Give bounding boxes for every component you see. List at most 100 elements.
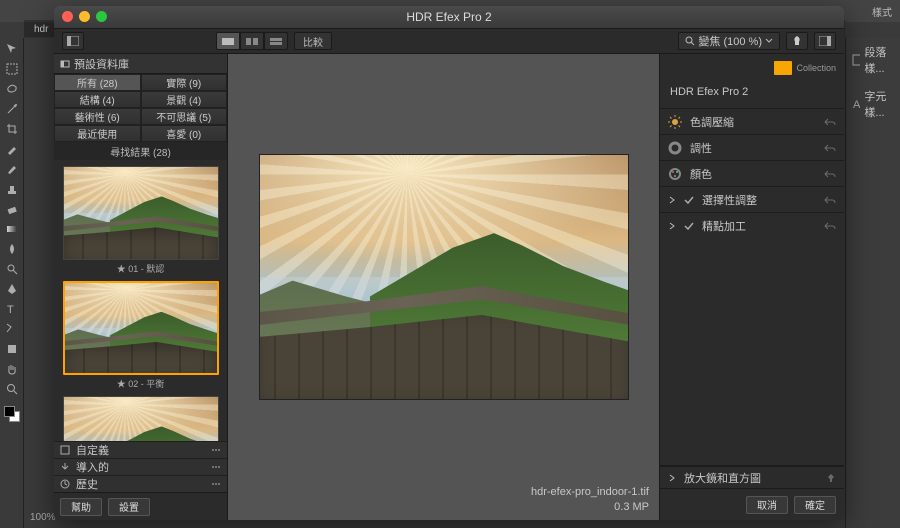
plugin-window: HDR Efex Pro 2 比較 變焦 (100 %) 預設資料庫 所有 (2… <box>54 6 844 520</box>
adjust-section[interactable]: 色調壓縮 <box>660 108 844 134</box>
wand-tool-icon[interactable] <box>5 102 19 116</box>
move-tool-icon[interactable] <box>5 42 19 56</box>
preset-subsection[interactable]: 歷史 <box>54 475 227 492</box>
palette-icon <box>668 167 682 181</box>
row-menu-icon[interactable] <box>211 481 221 487</box>
zoom-tool-icon[interactable] <box>5 382 19 396</box>
path-tool-icon[interactable] <box>5 322 19 336</box>
section-label: 調性 <box>690 140 712 156</box>
svg-text:T: T <box>7 304 14 316</box>
type-tool-icon[interactable]: T <box>5 302 19 316</box>
compare-button[interactable]: 比較 <box>294 32 332 50</box>
undo-icon[interactable] <box>824 117 836 127</box>
eraser-tool-icon[interactable] <box>5 202 19 216</box>
view-split-h-button[interactable] <box>264 32 288 50</box>
row-menu-icon[interactable] <box>211 447 221 453</box>
adjust-section[interactable]: 顏色 <box>660 160 844 186</box>
preset-category[interactable]: 結構 (4) <box>54 91 141 108</box>
blur-tool-icon[interactable] <box>5 242 19 256</box>
toolbar: 比較 變焦 (100 %) <box>54 28 844 54</box>
preset-panel: 預設資料庫 所有 (28)實際 (9)結構 (4)景觀 (4)藝術性 (6)不可… <box>54 54 228 520</box>
chevron-right-icon <box>668 474 676 482</box>
dialog-buttons: 取消 確定 <box>660 488 844 520</box>
eyedropper-tool-icon[interactable] <box>5 142 19 156</box>
row-icon <box>60 462 70 472</box>
pen-tool-icon[interactable] <box>5 282 19 296</box>
adjustments-panel: Collection HDR Efex Pro 2 色調壓縮調性顏色選擇性調整精… <box>659 54 844 520</box>
preset-category[interactable]: 喜愛 (0) <box>141 125 228 142</box>
preset-thumb[interactable]: ★ 02 - 平衡 <box>62 281 219 390</box>
preset-subsection[interactable]: 導入的 <box>54 458 227 475</box>
titlebar: HDR Efex Pro 2 <box>54 6 844 28</box>
preset-library-header[interactable]: 預設資料庫 <box>54 54 227 74</box>
ok-button[interactable]: 確定 <box>794 496 836 514</box>
marquee-tool-icon[interactable] <box>5 62 19 76</box>
preset-thumb[interactable]: ★ 03 - 深沉 1 <box>62 396 219 441</box>
row-menu-icon[interactable] <box>211 464 221 470</box>
preview-area: hdr-efex-pro_indoor-1.tif 0.3 MP <box>228 54 659 520</box>
brush-tool-icon[interactable] <box>5 162 19 176</box>
cancel-button[interactable]: 取消 <box>746 496 788 514</box>
zoom-dropdown[interactable]: 變焦 (100 %) <box>678 32 780 50</box>
library-icon <box>60 59 70 69</box>
undo-icon[interactable] <box>824 143 836 153</box>
preset-thumb-label: ★ 01 - 默認 <box>117 262 165 275</box>
brand-logo-icon <box>774 61 792 75</box>
section-label: 色調壓縮 <box>690 114 734 130</box>
host-tool-palette: T <box>0 38 24 528</box>
panel-title: HDR Efex Pro 2 <box>660 82 844 108</box>
host-side-panels: 段落樣... A字元樣... <box>845 38 900 528</box>
panel-toggle-right-button[interactable] <box>814 32 836 50</box>
preset-subsection[interactable]: 自定義 <box>54 441 227 458</box>
preset-thumb[interactable]: ★ 01 - 默認 <box>62 166 219 275</box>
minimize-button[interactable] <box>79 11 90 22</box>
undo-icon[interactable] <box>824 195 836 205</box>
preset-category[interactable]: 實際 (9) <box>141 74 228 91</box>
results-header: 尋找結果 (28) <box>54 142 227 160</box>
ring-icon <box>668 141 682 155</box>
adjust-section[interactable]: 選擇性調整 <box>660 186 844 212</box>
gradient-tool-icon[interactable] <box>5 222 19 236</box>
brand: Collection <box>660 54 844 82</box>
undo-icon[interactable] <box>824 221 836 231</box>
check-icon <box>684 221 694 231</box>
preset-category[interactable]: 藝術性 (6) <box>54 108 141 125</box>
settings-button[interactable]: 設置 <box>108 498 150 516</box>
pin-icon[interactable] <box>826 473 836 483</box>
panel-toggle-left-button[interactable] <box>62 32 84 50</box>
section-label: 精點加工 <box>702 218 746 234</box>
adjust-section[interactable]: 精點加工 <box>660 212 844 238</box>
window-title: HDR Efex Pro 2 <box>406 10 491 24</box>
dodge-tool-icon[interactable] <box>5 262 19 276</box>
chevron-right-icon <box>668 196 676 204</box>
help-button[interactable]: 幫助 <box>60 498 102 516</box>
preset-category[interactable]: 最近使用 <box>54 125 141 142</box>
host-panel-character[interactable]: A字元樣... <box>846 82 900 126</box>
crop-tool-icon[interactable] <box>5 122 19 136</box>
shape-tool-icon[interactable] <box>5 342 19 356</box>
view-single-button[interactable] <box>216 32 240 50</box>
preset-category[interactable]: 景觀 (4) <box>141 91 228 108</box>
preset-category[interactable]: 所有 (28) <box>54 74 141 91</box>
stamp-tool-icon[interactable] <box>5 182 19 196</box>
sun-icon <box>668 115 682 129</box>
bulb-button[interactable] <box>786 32 808 50</box>
color-swatch[interactable] <box>4 406 20 422</box>
row-icon <box>60 479 70 489</box>
adjust-section[interactable]: 調性 <box>660 134 844 160</box>
undo-icon[interactable] <box>824 169 836 179</box>
preset-thumb-label: ★ 02 - 平衡 <box>117 377 165 390</box>
section-label: 選擇性調整 <box>702 192 757 208</box>
host-panel-paragraph[interactable]: 段落樣... <box>846 38 900 82</box>
lasso-tool-icon[interactable] <box>5 82 19 96</box>
maximize-button[interactable] <box>96 11 107 22</box>
close-button[interactable] <box>62 11 73 22</box>
preset-thumbnails: ★ 01 - 默認 ★ 02 - 平衡 ★ 03 - 深沉 1 <box>54 160 227 441</box>
hand-tool-icon[interactable] <box>5 362 19 376</box>
preset-categories: 所有 (28)實際 (9)結構 (4)景觀 (4)藝術性 (6)不可思議 (5)… <box>54 74 227 142</box>
preset-category[interactable]: 不可思議 (5) <box>141 108 228 125</box>
view-split-v-button[interactable] <box>240 32 264 50</box>
file-info: hdr-efex-pro_indoor-1.tif 0.3 MP <box>531 485 649 514</box>
loupe-section[interactable]: 放大鏡和直方圖 <box>660 466 844 488</box>
image-preview[interactable] <box>259 154 629 400</box>
